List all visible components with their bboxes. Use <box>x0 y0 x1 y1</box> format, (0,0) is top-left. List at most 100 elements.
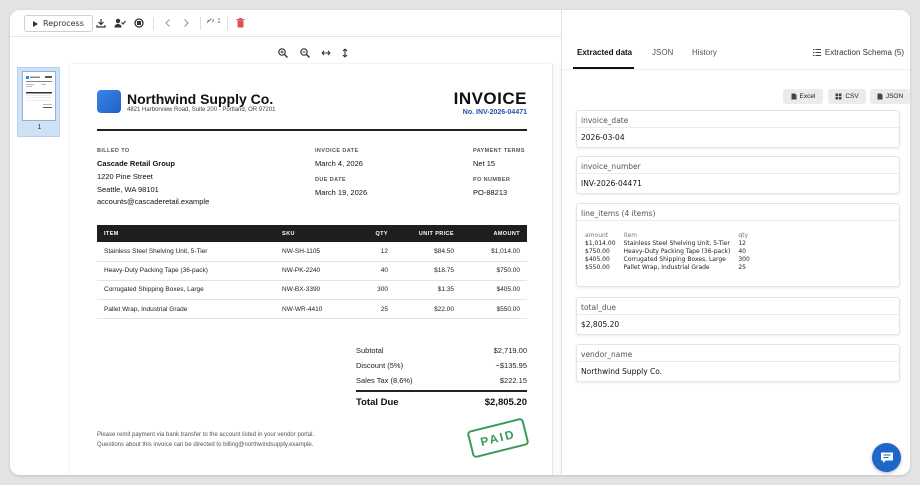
chevron-left-icon[interactable] <box>164 18 172 28</box>
page-thumbnails: 1 <box>10 64 70 475</box>
tax-value: $222.15 <box>499 376 527 385</box>
company-address: 4821 Harborview Road, Suite 200 · Portla… <box>127 107 276 113</box>
export-csv-button[interactable]: CSV <box>828 89 866 104</box>
cell-qty: 12 <box>345 242 395 262</box>
cell-item: Stainless Steel Shelving Unit, 5-Tier <box>97 242 275 262</box>
due-date-label: DUE DATE <box>315 177 346 183</box>
col-item: ITEM <box>97 225 275 242</box>
reprocess-button[interactable]: Reprocess <box>24 15 93 32</box>
field-card-invoice-number[interactable]: invoice_number INV-2026-04471 <box>576 156 900 194</box>
table-row: Heavy-Duty Packing Tape (36-pack) NW-PK-… <box>97 261 527 281</box>
extraction-schema-label: Extraction Schema (5) <box>824 48 904 57</box>
billed-to-email: accounts@cascaderetail.example <box>97 197 210 206</box>
field-value: Northwind Supply Co. <box>581 367 663 376</box>
chevron-right-icon[interactable] <box>182 18 190 28</box>
cell-amount: $550.00 <box>461 299 527 320</box>
company-logo <box>97 90 121 113</box>
zoom-out-icon[interactable] <box>300 45 310 63</box>
invoice-date-value: March 4, 2026 <box>315 159 363 168</box>
cell-item: Heavy-Duty Packing Tape (36-pack) <box>97 261 275 281</box>
table-row: $550.00 Pallet Wrap, Industrial Grade 25 <box>585 264 758 272</box>
download-icon[interactable] <box>96 18 106 28</box>
cell-unit-price: $84.50 <box>395 242 461 262</box>
paid-stamp: PAID <box>466 417 530 459</box>
cell-amount: $405.00 <box>461 280 527 301</box>
export-json-label: JSON <box>885 93 904 100</box>
subtotal-row: Subtotal $2,719.00 <box>356 346 527 355</box>
reprocess-label: Reprocess <box>43 19 84 28</box>
extraction-schema-button[interactable]: Extraction Schema (5) <box>812 48 904 57</box>
trash-icon[interactable] <box>236 18 245 28</box>
settings-icon[interactable] <box>134 18 144 28</box>
cell-unit-price: $1.35 <box>395 280 461 301</box>
cell-sku: NW-WR-4410 <box>275 299 345 320</box>
tax-row: Sales Tax (8.6%) $222.15 <box>356 376 527 385</box>
tab-history[interactable]: History <box>692 48 717 57</box>
zoom-in-icon[interactable] <box>278 45 288 63</box>
preview-cell: Corrugated Shipping Boxes, Large <box>623 256 726 263</box>
billed-to-label: BILLED TO <box>97 148 130 154</box>
field-card-vendor-name[interactable]: vendor_name Northwind Supply Co. <box>576 344 900 382</box>
header-divider <box>97 129 527 131</box>
total-due-row: Total Due $2,805.20 <box>356 397 527 408</box>
po-number-label: PO NUMBER <box>473 177 511 183</box>
payment-terms-value: Net 15 <box>473 159 496 168</box>
field-card-invoice-date[interactable]: invoice_date 2026-03-04 <box>576 110 900 148</box>
fit-width-icon[interactable] <box>321 45 331 63</box>
field-card-total-due[interactable]: total_due $2,805.20 <box>576 297 900 335</box>
discount-label: Discount (5%) <box>356 361 404 370</box>
export-csv-label: CSV <box>845 93 859 100</box>
link-icon <box>207 18 214 24</box>
table-row: Stainless Steel Shelving Unit, 5-Tier NW… <box>97 242 527 262</box>
preview-col-amount: amount <box>585 232 609 239</box>
page-number-text: 1 <box>217 17 221 25</box>
cell-unit-price: $22.00 <box>395 299 461 320</box>
preview-cell: Heavy-Duty Packing Tape (36-pack) <box>623 248 731 255</box>
zoom-toolbar <box>10 37 561 64</box>
col-amount: AMOUNT <box>461 225 527 242</box>
preview-cell: $550.00 <box>585 264 610 271</box>
field-value: $2,805.20 <box>581 320 620 329</box>
invoice-page: Northwind Supply Co. 4821 Harborview Roa… <box>70 64 552 475</box>
panel-tabs: Extracted data JSON History Extraction S… <box>562 10 910 70</box>
line-items-table: ITEM SKU QTY UNIT PRICE AMOUNT Stainless… <box>97 225 527 320</box>
cell-qty: 300 <box>345 280 395 301</box>
due-date-value: March 19, 2026 <box>315 188 368 197</box>
thumbnail-page-1[interactable]: 1 <box>17 67 60 137</box>
chat-icon <box>880 452 893 463</box>
col-unit-price: UNIT PRICE <box>395 225 461 242</box>
fit-height-icon[interactable] <box>341 45 349 63</box>
field-card-line-items[interactable]: line_items (4 items) amount item qty $1,… <box>576 203 900 287</box>
payment-terms-label: PAYMENT TERMS <box>473 148 525 154</box>
subtotal-label: Subtotal <box>356 346 384 355</box>
field-key: invoice_number <box>577 157 899 174</box>
preview-col-item: item <box>623 232 638 239</box>
tab-extracted-data[interactable]: Extracted data <box>577 48 632 57</box>
export-json-button[interactable]: JSON <box>870 89 910 104</box>
subtotal-value: $2,719.00 <box>493 346 527 355</box>
line-items-preview-table: amount item qty $1,014.00 Stainless Stee… <box>585 232 758 272</box>
export-excel-button[interactable]: Excel <box>783 89 823 104</box>
preview-cell: 40 <box>738 248 746 255</box>
list-icon <box>812 49 821 56</box>
play-icon <box>33 20 38 27</box>
invoice-number: No. INV-2026-04471 <box>462 109 527 116</box>
footer-line-1: Please remit payment via bank transfer t… <box>97 432 315 438</box>
invoice-title: INVOICE <box>453 89 527 108</box>
preview-cell: 12 <box>738 240 746 247</box>
footer-line-2: Questions about this invoice can be dire… <box>97 442 314 448</box>
preview-cell: $405.00 <box>585 256 610 263</box>
user-check-icon[interactable] <box>114 18 126 28</box>
cell-qty: 40 <box>345 261 395 281</box>
tab-json[interactable]: JSON <box>652 48 673 57</box>
preview-col-qty: qty <box>738 232 749 239</box>
app-window: Reprocess 1 1 Northwind Supply Co. 4821 … <box>10 10 910 475</box>
cell-amount: $1,014.00 <box>461 242 527 262</box>
preview-cell: 25 <box>738 264 746 271</box>
discount-value: −$135.95 <box>495 361 528 370</box>
chat-button[interactable] <box>872 443 901 472</box>
document-scrollbar[interactable] <box>552 64 561 475</box>
document-viewer: Northwind Supply Co. 4821 Harborview Roa… <box>70 64 552 475</box>
field-key: invoice_date <box>577 111 899 128</box>
field-key: line_items (4 items) <box>577 204 899 221</box>
